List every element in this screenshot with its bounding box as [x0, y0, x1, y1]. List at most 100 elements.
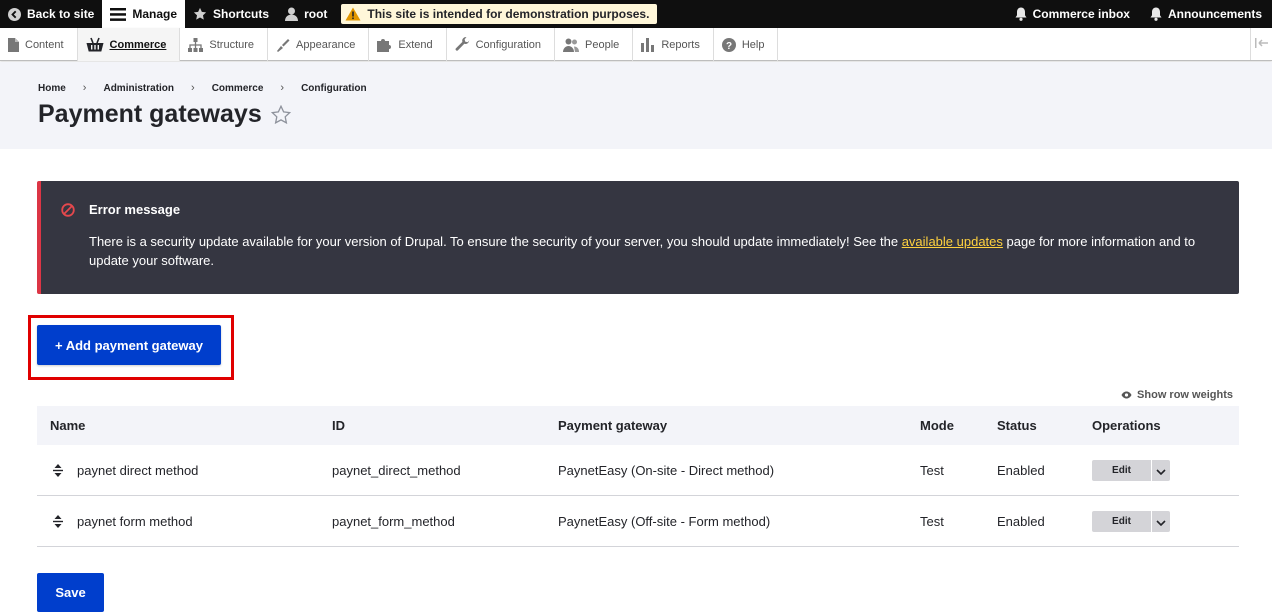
- tray-item-label: Help: [741, 38, 765, 51]
- breadcrumb-home[interactable]: Home: [38, 83, 66, 94]
- toolbar-right: Commerce inbox Announcements: [1007, 0, 1272, 28]
- breadcrumb-commerce[interactable]: Commerce: [212, 83, 264, 94]
- tray-item-people[interactable]: People: [555, 28, 634, 61]
- header-payment-gateway: Payment gateway: [558, 418, 668, 433]
- cell-operations: Edit: [1092, 510, 1239, 532]
- payment-gateways-table: Name ID Payment gateway Mode Status Oper…: [37, 406, 1239, 547]
- shortcuts-label: Shortcuts: [213, 7, 270, 21]
- error-circle-icon: [61, 203, 75, 222]
- save-button[interactable]: Save: [37, 573, 104, 612]
- edit-button[interactable]: Edit: [1092, 510, 1151, 532]
- favorite-star-icon[interactable]: [270, 105, 291, 124]
- tray-item-appearance[interactable]: Appearance: [268, 28, 370, 61]
- bell-icon: [1150, 7, 1162, 21]
- gateway-name: paynet direct method: [77, 462, 199, 478]
- tray-item-label: People: [585, 38, 620, 51]
- user-tab[interactable]: root: [277, 0, 335, 28]
- drag-handle-icon[interactable]: [52, 463, 64, 477]
- collapse-arrow-icon: [1254, 37, 1269, 51]
- help-icon: ?: [721, 37, 736, 52]
- tray-item-configuration[interactable]: Configuration: [447, 28, 556, 61]
- gateway-name: paynet form method: [77, 513, 193, 529]
- error-body: There is a security update available for…: [89, 232, 1219, 270]
- wrench-icon: [455, 37, 470, 52]
- paintbrush-icon: [276, 38, 290, 52]
- bell-icon: [1015, 7, 1027, 21]
- commerce-inbox-tab[interactable]: Commerce inbox: [1007, 0, 1142, 28]
- hamburger-icon: [110, 7, 127, 21]
- tray-item-content[interactable]: Content: [0, 28, 78, 61]
- puzzle-icon: [377, 38, 392, 52]
- manage-tab[interactable]: Manage: [102, 0, 186, 28]
- warning-icon: [345, 7, 361, 21]
- header-status: Status: [997, 418, 1037, 433]
- back-arrow-icon: [8, 7, 21, 21]
- table-header: Name ID Payment gateway Mode Status Oper…: [37, 406, 1239, 445]
- tray-item-label: Configuration: [475, 38, 542, 51]
- cell-status: Enabled: [997, 462, 1045, 478]
- breadcrumb-separator: ›: [82, 82, 87, 94]
- tray-item-help[interactable]: ? Help: [714, 28, 779, 61]
- cell-payment-gateway: PaynetEasy (On-site - Direct method): [558, 462, 775, 478]
- tray-item-reports[interactable]: Reports: [633, 28, 714, 61]
- page-header: Home › Administration › Commerce › Confi…: [0, 62, 1272, 149]
- show-row-weights-toggle[interactable]: Show row weights: [1121, 389, 1233, 401]
- tray-item-label: Structure: [209, 38, 255, 51]
- star-icon: [193, 7, 207, 21]
- announcements-tab[interactable]: Announcements: [1142, 0, 1272, 28]
- available-updates-link[interactable]: available updates: [902, 234, 1003, 249]
- back-to-site-link[interactable]: Back to site: [0, 0, 102, 28]
- add-payment-gateway-button[interactable]: + Add payment gateway: [37, 325, 221, 365]
- breadcrumb-configuration[interactable]: Configuration: [301, 83, 367, 94]
- svg-text:?: ?: [726, 40, 732, 51]
- cell-mode: Test: [920, 462, 944, 478]
- people-icon: [563, 38, 580, 52]
- chevron-down-icon: [1156, 514, 1166, 529]
- header-id: ID: [332, 418, 345, 433]
- breadcrumb-separator: ›: [191, 82, 195, 94]
- shortcuts-tab[interactable]: Shortcuts: [185, 0, 277, 28]
- dropbutton-toggle[interactable]: [1151, 459, 1170, 481]
- header-name: Name: [50, 418, 86, 433]
- breadcrumb-separator: ›: [280, 82, 285, 94]
- tray-item-label: Reports: [661, 38, 700, 51]
- demo-warning-text: This site is intended for demonstration …: [367, 7, 650, 21]
- shopping-basket-icon: [86, 37, 104, 52]
- table-row: paynet direct method paynet_direct_metho…: [37, 445, 1239, 496]
- user-icon: [285, 7, 299, 21]
- header-operations: Operations: [1092, 418, 1161, 433]
- show-row-weights-label: Show row weights: [1137, 389, 1233, 401]
- header-mode: Mode: [920, 418, 954, 433]
- operations-dropbutton: Edit: [1092, 459, 1170, 481]
- user-label: root: [304, 7, 328, 21]
- table-row: paynet form method paynet_form_method Pa…: [37, 496, 1239, 547]
- page-title: Payment gateways: [38, 100, 262, 128]
- eye-icon: [1121, 391, 1132, 399]
- tray-item-structure[interactable]: Structure: [180, 28, 269, 61]
- dropbutton-toggle[interactable]: [1151, 510, 1170, 532]
- cell-mode: Test: [920, 513, 944, 529]
- drag-handle-icon[interactable]: [52, 514, 64, 528]
- cell-id: paynet_direct_method: [332, 462, 461, 478]
- operations-dropbutton: Edit: [1092, 510, 1170, 532]
- admin-tray: Content Commerce Structure Appearance Ex…: [0, 28, 1272, 61]
- tray-orientation-toggle[interactable]: [1250, 28, 1272, 60]
- breadcrumb: Home › Administration › Commerce › Confi…: [38, 82, 367, 94]
- tray-item-extend[interactable]: Extend: [369, 28, 447, 61]
- back-to-site-label: Back to site: [27, 7, 95, 21]
- cell-status: Enabled: [997, 513, 1045, 529]
- tray-item-commerce[interactable]: Commerce: [77, 28, 181, 61]
- breadcrumb-administration[interactable]: Administration: [103, 83, 174, 94]
- error-title: Error message: [89, 202, 181, 217]
- cell-name: paynet form method: [37, 514, 332, 529]
- cell-operations: Edit: [1092, 459, 1239, 481]
- file-icon: [8, 37, 19, 52]
- page-title-wrap: Payment gateways: [38, 100, 291, 129]
- edit-button[interactable]: Edit: [1092, 459, 1151, 481]
- chevron-down-icon: [1156, 463, 1166, 478]
- error-text-before: There is a security update available for…: [89, 234, 902, 249]
- error-message: Error message There is a security update…: [37, 181, 1239, 294]
- manage-label: Manage: [132, 7, 178, 21]
- tray-item-label: Content: [25, 38, 64, 51]
- admin-toolbar: Back to site Manage Shortcuts root This …: [0, 0, 1272, 28]
